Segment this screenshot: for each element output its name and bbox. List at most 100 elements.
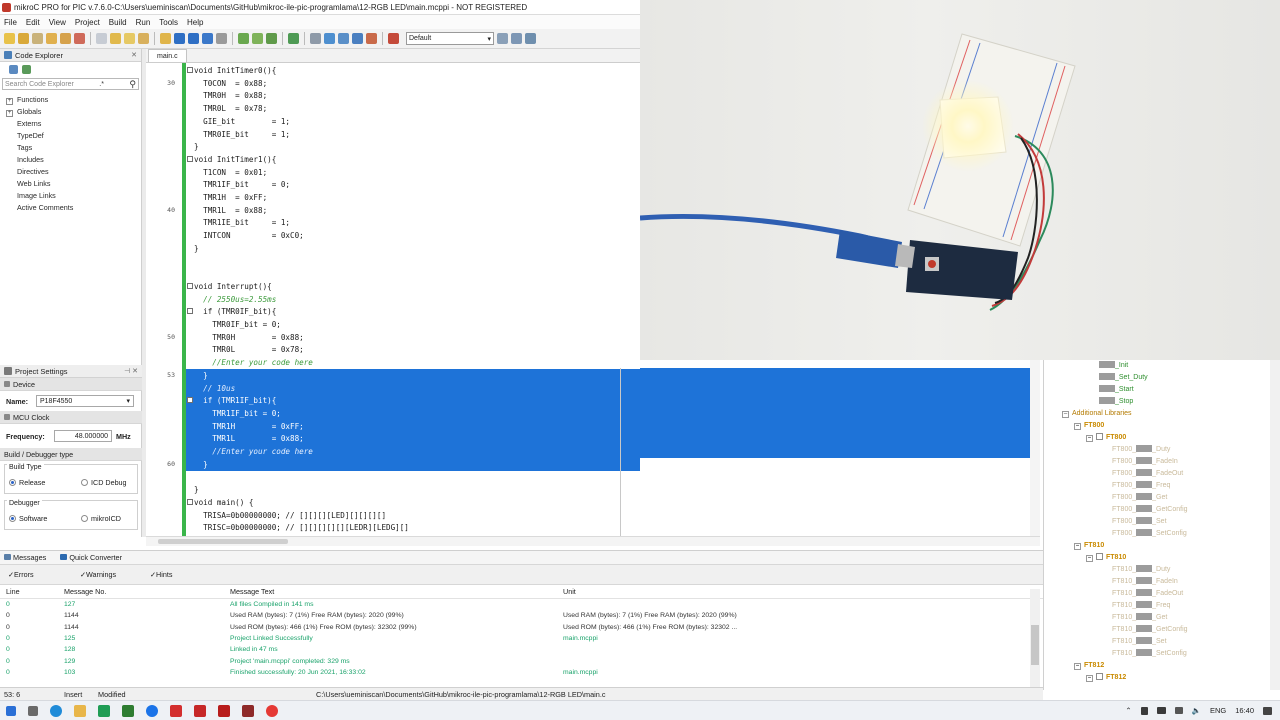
comment-icon[interactable] [366,33,377,44]
microphone-icon[interactable] [1140,706,1148,715]
mikroicd-radio[interactable] [81,514,88,522]
code-line[interactable]: void InitTimer1(){ [186,153,276,166]
collapse-icon[interactable]: – [1086,555,1093,562]
message-row[interactable]: 0 128 Linked in 47 ms [0,644,1043,655]
code-line[interactable]: TMR1IE_bit = 1; [186,216,290,229]
mcu-clock-group[interactable]: MCU Clock [0,411,142,424]
expand-all-icon[interactable] [9,64,18,74]
device-group[interactable]: Device [0,378,142,391]
debug-icon[interactable] [310,33,321,44]
code-line[interactable]: INTCON = 0xC0; [186,229,304,242]
library-item[interactable]: – FT800 [1086,432,1126,444]
battery-icon[interactable] [1156,707,1166,714]
new-project-icon[interactable] [46,33,57,44]
code-line[interactable]: TMR1IF_bit = 0; [186,178,290,191]
library-item[interactable]: FT800_ _Set [1112,516,1167,528]
code-line[interactable]: void main() { [186,496,253,509]
messages-scrollbar[interactable] [1030,589,1040,687]
code-line[interactable]: } [186,368,640,382]
library-item[interactable]: – FT810 [1074,540,1104,552]
font-icon[interactable] [352,33,363,44]
library-item[interactable]: FT810_ _Get [1112,612,1167,624]
code-explorer-item[interactable]: Directives [6,166,141,178]
code-explorer-item[interactable]: + Globals [6,106,141,118]
tab-main-c[interactable]: main.c [148,49,187,62]
message-row[interactable]: 0 129 Project 'main.mcppi' completed: 329 … [0,655,1043,666]
code-line[interactable]: if (TMR1IF_bit){ [186,394,640,408]
code-line[interactable]: TMR1L = 0x88; [186,432,640,446]
col-unit[interactable]: Unit [563,587,763,596]
code-line[interactable]: } [186,457,640,471]
close-project-icon[interactable] [74,33,85,44]
code-line[interactable]: if (TMR0IF_bit){ [186,305,276,318]
tab-messages[interactable]: Messages [4,553,46,562]
col-message-no[interactable]: Message No. [62,587,230,596]
frequency-input[interactable]: 48.000000 [54,430,112,442]
release-radio[interactable] [9,478,16,486]
message-row[interactable]: 0 103 Finished successfully: 20 Jun 2021, … [0,667,1043,678]
library-item[interactable]: FT800_ _Freq [1112,480,1170,492]
code-line[interactable]: TRISA=0b00000000; // [][][][LED][][][][] [186,509,386,522]
collapse-icon[interactable]: – [1074,543,1081,550]
library-item[interactable]: _Set_Duty [1099,372,1148,384]
library-item[interactable]: FT810_ _Freq [1112,600,1170,612]
library-item[interactable]: – FT810 [1086,552,1126,564]
task-view-icon[interactable] [28,705,38,716]
code-line[interactable]: GIE_bit = 1; [186,115,290,128]
code-line[interactable]: TMR1L = 0x88; [186,204,267,217]
new-unit-icon[interactable] [96,33,107,44]
fold-icon[interactable] [187,498,193,505]
menu-help[interactable]: Help [187,18,203,27]
library-item[interactable]: FT810_ _SetConfig [1112,648,1187,660]
build-debugger-group[interactable]: Build / Debugger type [0,448,142,461]
device-name-select[interactable]: P18F4550 ▾ [36,395,134,407]
edge-icon[interactable] [50,704,62,717]
open-icon[interactable] [160,33,171,44]
code-line[interactable]: TMR0H = 0x88; [186,331,303,344]
col-line[interactable]: Line [0,587,62,596]
chrome-icon[interactable] [146,704,158,717]
tools-icon[interactable] [388,33,399,44]
expand-icon[interactable]: + [6,98,13,105]
collapse-icon[interactable]: – [1086,675,1093,682]
code-area[interactable]: void InitTimer0(){ T0CON = 0x88; TMR0H =… [186,63,640,537]
code-explorer-item[interactable]: + Functions [6,94,141,106]
fold-icon[interactable] [187,67,193,73]
mikroc-taskbar-icon[interactable] [170,704,182,717]
save-as-icon[interactable] [188,33,199,44]
code-line[interactable]: TMR0IE_bit = 1; [186,128,290,141]
excel-icon[interactable] [98,704,110,717]
code-line[interactable]: TRISC=0b00000000; // [][][][][][LEDR][LE… [186,521,409,534]
recorder-icon[interactable] [266,704,278,717]
code-line[interactable]: void InitTimer0(){ [186,64,276,77]
library-item[interactable]: FT800_ _GetConfig [1112,504,1188,516]
fold-icon[interactable] [187,282,193,289]
collapse-icon[interactable]: – [1086,435,1093,442]
filter-warnings[interactable]: ✓ Warnings [80,570,150,579]
scrollbar-thumb[interactable] [1031,625,1039,665]
project-folder-icon[interactable] [60,33,71,44]
code-line[interactable] [186,255,194,268]
build-config-combo[interactable]: Default ▾ [406,32,494,45]
library-item[interactable]: FT810_ _Set [1112,636,1167,648]
library-checkbox[interactable] [1096,553,1103,560]
code-line[interactable]: } [186,140,199,153]
icd-debug-radio[interactable] [81,478,88,486]
network-icon[interactable] [1174,707,1183,714]
code-line[interactable]: void Interrupt(){ [186,280,272,293]
fold-icon[interactable] [187,155,193,162]
pin-icon[interactable]: ⊣ ✕ [124,367,138,375]
library-item[interactable]: FT800_ _FadeOut [1112,468,1183,480]
code-line[interactable] [186,267,194,280]
filter-hints[interactable]: ✓ Hints [150,570,220,579]
library-item[interactable]: FT810_ _Duty [1112,564,1170,576]
reopen-icon[interactable] [124,33,135,44]
code-explorer-item[interactable]: Image Links [6,190,141,202]
code-line[interactable]: T1CON = 0x01; [186,166,267,179]
fold-icon[interactable] [187,308,193,315]
mikroprog-icon[interactable] [218,704,230,717]
code-line[interactable]: //Enter your code here [186,356,313,369]
code-line[interactable]: TMR0L = 0x78; [186,102,267,115]
build-icon[interactable] [238,33,249,44]
code-line[interactable]: TMR0IF_bit = 0; [186,318,281,331]
